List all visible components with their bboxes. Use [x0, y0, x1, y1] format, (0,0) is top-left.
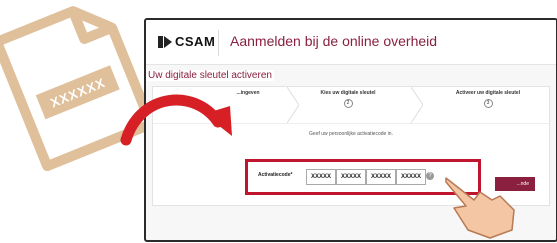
code-field-4[interactable]: XXXXX	[396, 169, 426, 185]
app-header: CSAM Aanmelden bij de online overheid	[146, 20, 556, 65]
header-divider	[218, 30, 219, 56]
step-3-number: 3	[483, 99, 493, 108]
pointing-hand-icon	[445, 177, 515, 239]
step-3: Activeer uw digitale sleutel 3	[433, 90, 543, 108]
step-2: Kies uw digitale sleutel 2	[303, 90, 393, 108]
step-3-label: Activeer uw digitale sleutel	[455, 90, 521, 96]
logo-text: CSAM	[175, 34, 216, 49]
csam-logo-icon	[158, 35, 172, 49]
step-chevron-icon	[287, 87, 299, 123]
activation-code-label: Activatiecode*	[258, 172, 293, 178]
help-icon[interactable]: ?	[426, 172, 434, 180]
code-field-1[interactable]: XXXXX	[306, 169, 336, 185]
step-2-number: 2	[343, 99, 353, 108]
code-field-2[interactable]: XXXXX	[336, 169, 366, 185]
step-2-label: Kies uw digitale sleutel	[320, 90, 376, 96]
step-chevron-icon	[411, 87, 423, 123]
code-field-3[interactable]: XXXXX	[366, 169, 396, 185]
page-title: Aanmelden bij de online overheid	[230, 33, 438, 49]
logo: CSAM	[158, 34, 215, 49]
arrow-icon	[120, 94, 232, 146]
